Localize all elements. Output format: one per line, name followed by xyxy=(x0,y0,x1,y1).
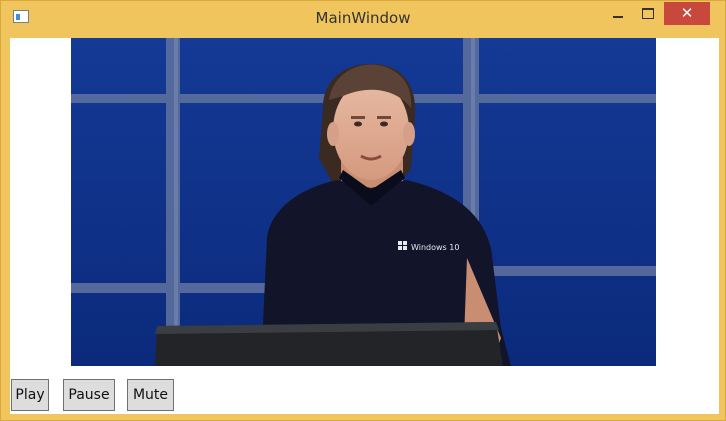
main-window: MainWindow ✕ Windows 10 Play Pause Mute xyxy=(0,0,726,421)
title-bar[interactable]: MainWindow ✕ xyxy=(1,1,725,37)
video-frame: Windows 10 xyxy=(71,38,656,366)
maximize-icon xyxy=(642,8,654,19)
close-button[interactable]: ✕ xyxy=(664,2,710,25)
maximize-button[interactable] xyxy=(635,2,661,25)
shirt-logo-text: Windows 10 xyxy=(411,243,459,252)
window-client-area: Windows 10 Play Pause Mute xyxy=(10,38,719,414)
media-element[interactable]: Windows 10 xyxy=(71,38,656,366)
mute-button[interactable]: Mute xyxy=(127,379,174,411)
minimize-icon xyxy=(613,15,623,18)
pause-button[interactable]: Pause xyxy=(63,379,115,411)
minimize-button[interactable] xyxy=(605,2,631,25)
close-icon: ✕ xyxy=(680,4,694,22)
play-button[interactable]: Play xyxy=(11,379,49,411)
